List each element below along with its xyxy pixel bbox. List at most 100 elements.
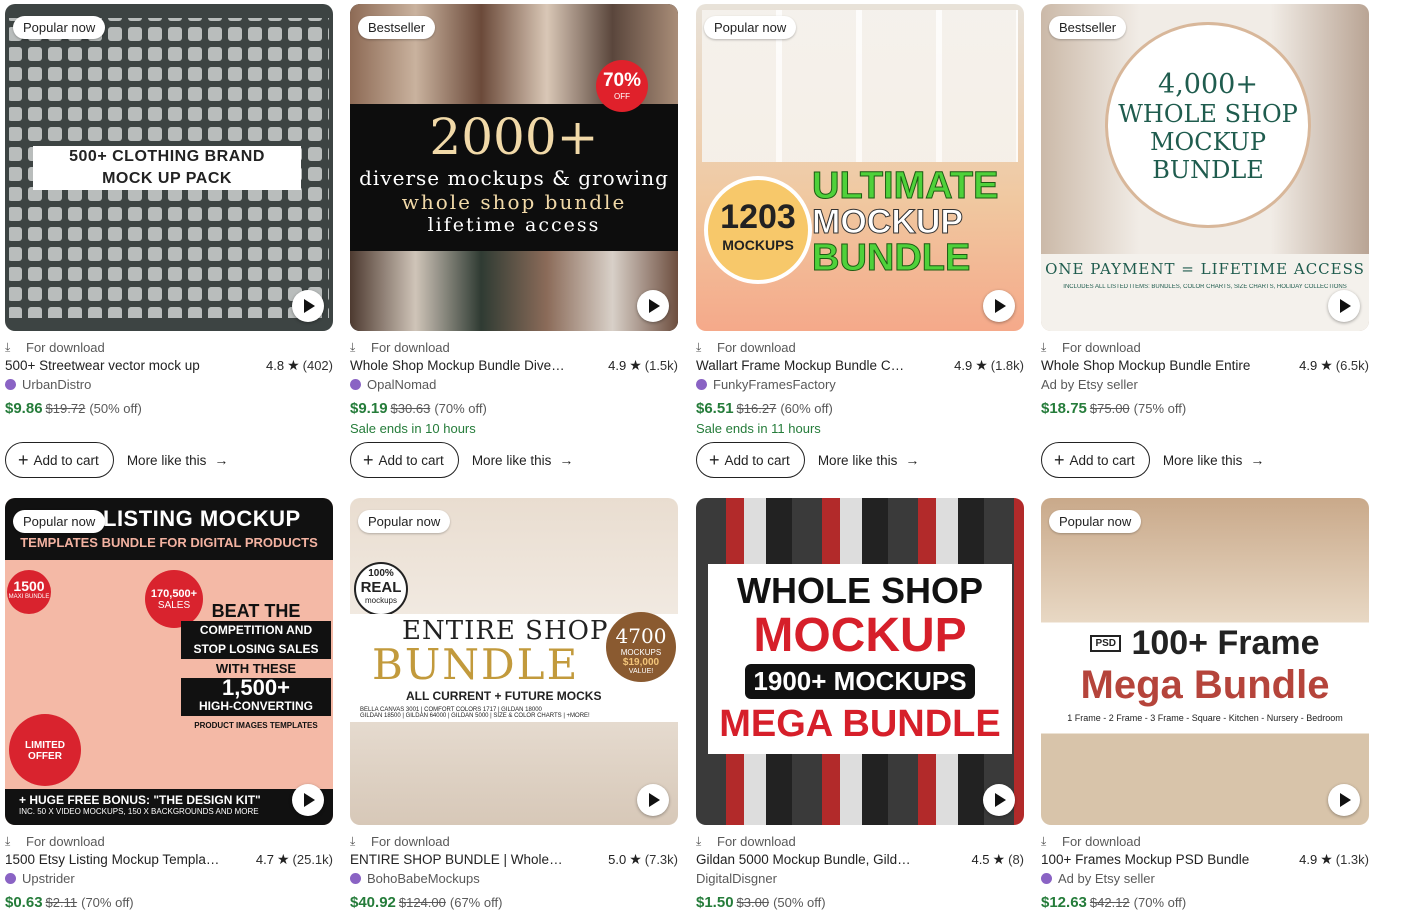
price-row: $9.86 $19.72 (50% off): [5, 400, 333, 417]
for-download-label: ⤓ For download: [1041, 339, 1141, 355]
download-icon: ⤓: [350, 339, 356, 354]
arrow-right-icon: →: [214, 452, 229, 468]
price: $6.51: [696, 400, 734, 417]
play-icon[interactable]: [637, 784, 669, 816]
listing-title[interactable]: ENTIRE SHOP BUNDLE | Whole Shop: [350, 852, 565, 867]
count-circle: 1203 MOCKUPS: [704, 176, 812, 284]
image-text-line: INCLUDES ALL LISTED ITEMS: BUNDLES, COLO…: [1063, 284, 1347, 290]
count-badge: 1500 MAXI BUNDLE: [7, 570, 51, 614]
star-seller-icon: [5, 379, 16, 390]
discount-burst: 70% OFF: [596, 60, 648, 112]
discount: (67% off): [449, 895, 503, 910]
price: $0.63: [5, 894, 43, 911]
title-circle: 4,000+ WHOLE SHOP MOCKUP BUNDLE: [1105, 22, 1311, 228]
seller[interactable]: Upstrider: [5, 869, 333, 888]
price: $12.63: [1041, 894, 1087, 911]
star-icon: ★: [992, 851, 1006, 867]
original-price: $42.12: [1089, 895, 1130, 910]
listing-title[interactable]: Whole Shop Mockup Bundle Diverse: [350, 358, 565, 373]
play-icon[interactable]: [637, 290, 669, 322]
download-icon: ⤓: [5, 833, 11, 848]
star-seller-icon: [5, 873, 16, 884]
add-to-cart-button[interactable]: + Add to cart: [350, 442, 459, 478]
price-row: $18.75 $75.00 (75% off): [1041, 400, 1369, 417]
rating: 4.9 ★ (1.3k): [1299, 851, 1369, 867]
listing-card[interactable]: WHOLE SHOP MOCKUP 1900+ MOCKUPS MEGA BUN…: [696, 498, 1024, 911]
add-to-cart-button[interactable]: + Add to cart: [5, 442, 114, 478]
listing-card[interactable]: 500+ CLOTHING BRAND MOCK UP PACK Popular…: [5, 4, 333, 478]
for-download-label: ⤓ For download: [696, 339, 796, 355]
image-headline-block: ULTIMATE MOCKUP BUNDLE: [812, 165, 999, 279]
seller[interactable]: DigitalDisgner: [696, 869, 1024, 888]
seller[interactable]: UrbanDistro: [5, 375, 333, 394]
image-text-line: ONE PAYMENT = LIFETIME ACCESS: [1045, 260, 1365, 278]
star-seller-icon: [696, 379, 707, 390]
rating: 4.8 ★ (402): [266, 357, 333, 373]
listing-image[interactable]: PSD 100+ Frame Mega Bundle 1 Frame - 2 F…: [1041, 498, 1369, 825]
rating: 4.9 ★ (6.5k): [1299, 357, 1369, 373]
star-icon: ★: [276, 851, 290, 867]
more-like-this-link[interactable]: More like this →: [1163, 452, 1265, 468]
listing-card[interactable]: PSD 100+ Frame Mega Bundle 1 Frame - 2 F…: [1041, 498, 1369, 911]
listing-title[interactable]: Gildan 5000 Mockup Bundle, Gildan: [696, 852, 911, 867]
listing-image[interactable]: 1203 MOCKUPS ULTIMATE MOCKUP BUNDLE Popu…: [696, 4, 1024, 331]
listing-card[interactable]: 2000+ diverse mockups & growing whole sh…: [350, 4, 678, 478]
listing-title[interactable]: Wallart Frame Mockup Bundle Collection: [696, 358, 911, 373]
listing-image[interactable]: 500+ CLOTHING BRAND MOCK UP PACK Popular…: [5, 4, 333, 331]
listing-image[interactable]: WHOLE SHOP MOCKUP 1900+ MOCKUPS MEGA BUN…: [696, 498, 1024, 825]
play-icon[interactable]: [292, 290, 324, 322]
play-icon[interactable]: [292, 784, 324, 816]
listing-image[interactable]: 4,000+ WHOLE SHOP MOCKUP BUNDLE ONE PAYM…: [1041, 4, 1369, 331]
discount: (70% off): [81, 895, 134, 910]
listing-card[interactable]: 4,000+ WHOLE SHOP MOCKUP BUNDLE ONE PAYM…: [1041, 4, 1369, 478]
arrow-right-icon: →: [1250, 452, 1265, 468]
discount: (50% off): [773, 895, 826, 910]
play-icon[interactable]: [1328, 784, 1360, 816]
listing-image[interactable]: 100% REAL mockups ENTIRE SHOP BUNDLE ALL…: [350, 498, 678, 825]
seller[interactable]: OpalNomad: [350, 375, 678, 394]
card-actions: + Add to cart More like this →: [696, 442, 919, 478]
plus-icon: +: [1054, 449, 1065, 470]
play-icon[interactable]: [1328, 290, 1360, 322]
seller[interactable]: Ad by Etsy seller: [1041, 869, 1369, 888]
seller[interactable]: FunkyFramesFactory: [696, 375, 1024, 394]
photo-strip-bottom: [350, 251, 678, 331]
star-icon: ★: [975, 357, 988, 373]
listing-title[interactable]: Whole Shop Mockup Bundle Entire: [1041, 358, 1256, 373]
star-seller-icon: [1041, 873, 1052, 884]
add-to-cart-button[interactable]: + Add to cart: [696, 442, 805, 478]
for-download-label: ⤓ For download: [5, 833, 105, 849]
original-price: $124.00: [398, 895, 446, 910]
listing-card[interactable]: 1203 MOCKUPS ULTIMATE MOCKUP BUNDLE Popu…: [696, 4, 1024, 478]
sale-ends-note: Sale ends in 10 hours: [350, 421, 476, 436]
listing-title[interactable]: 500+ Streetwear vector mock up: [5, 358, 220, 373]
plus-icon: +: [363, 449, 374, 470]
price-row: $12.63 $42.12 (70% off): [1041, 894, 1369, 911]
listing-title[interactable]: 100+ Frames Mockup PSD Bundle: [1041, 852, 1256, 867]
add-to-cart-button[interactable]: + Add to cart: [1041, 442, 1150, 478]
listing-title[interactable]: 1500 Etsy Listing Mockup Templates: [5, 852, 220, 867]
listing-card[interactable]: ETSY LISTING MOCKUP TEMPLATES BUNDLE FOR…: [5, 498, 333, 911]
original-price: $19.72: [45, 401, 86, 416]
image-banner: 2000+ diverse mockups & growing whole sh…: [350, 104, 678, 251]
star-icon: ★: [629, 357, 642, 373]
more-like-this-link[interactable]: More like this →: [127, 452, 229, 468]
star-icon: ★: [1320, 851, 1333, 867]
listing-grid: 500+ CLOTHING BRAND MOCK UP PACK Popular…: [0, 0, 1410, 913]
image-text-line: 500+ CLOTHING BRAND: [69, 148, 265, 165]
psd-icon: PSD: [1090, 635, 1121, 652]
play-icon[interactable]: [983, 290, 1015, 322]
listing-image[interactable]: 2000+ diverse mockups & growing whole sh…: [350, 4, 678, 331]
star-icon: ★: [629, 851, 642, 867]
listing-image[interactable]: ETSY LISTING MOCKUP TEMPLATES BUNDLE FOR…: [5, 498, 333, 825]
listing-card[interactable]: 100% REAL mockups ENTIRE SHOP BUNDLE ALL…: [350, 498, 678, 911]
more-like-this-link[interactable]: More like this →: [472, 452, 574, 468]
limited-offer-badge: LIMITED OFFER: [9, 714, 81, 786]
original-price: $75.00: [1089, 401, 1130, 416]
arrow-right-icon: →: [559, 452, 574, 468]
play-icon[interactable]: [983, 784, 1015, 816]
card-actions: + Add to cart More like this →: [350, 442, 573, 478]
seller[interactable]: BohoBabeMockups: [350, 869, 678, 888]
more-like-this-link[interactable]: More like this →: [818, 452, 920, 468]
seller[interactable]: Ad by Etsy seller: [1041, 375, 1369, 394]
